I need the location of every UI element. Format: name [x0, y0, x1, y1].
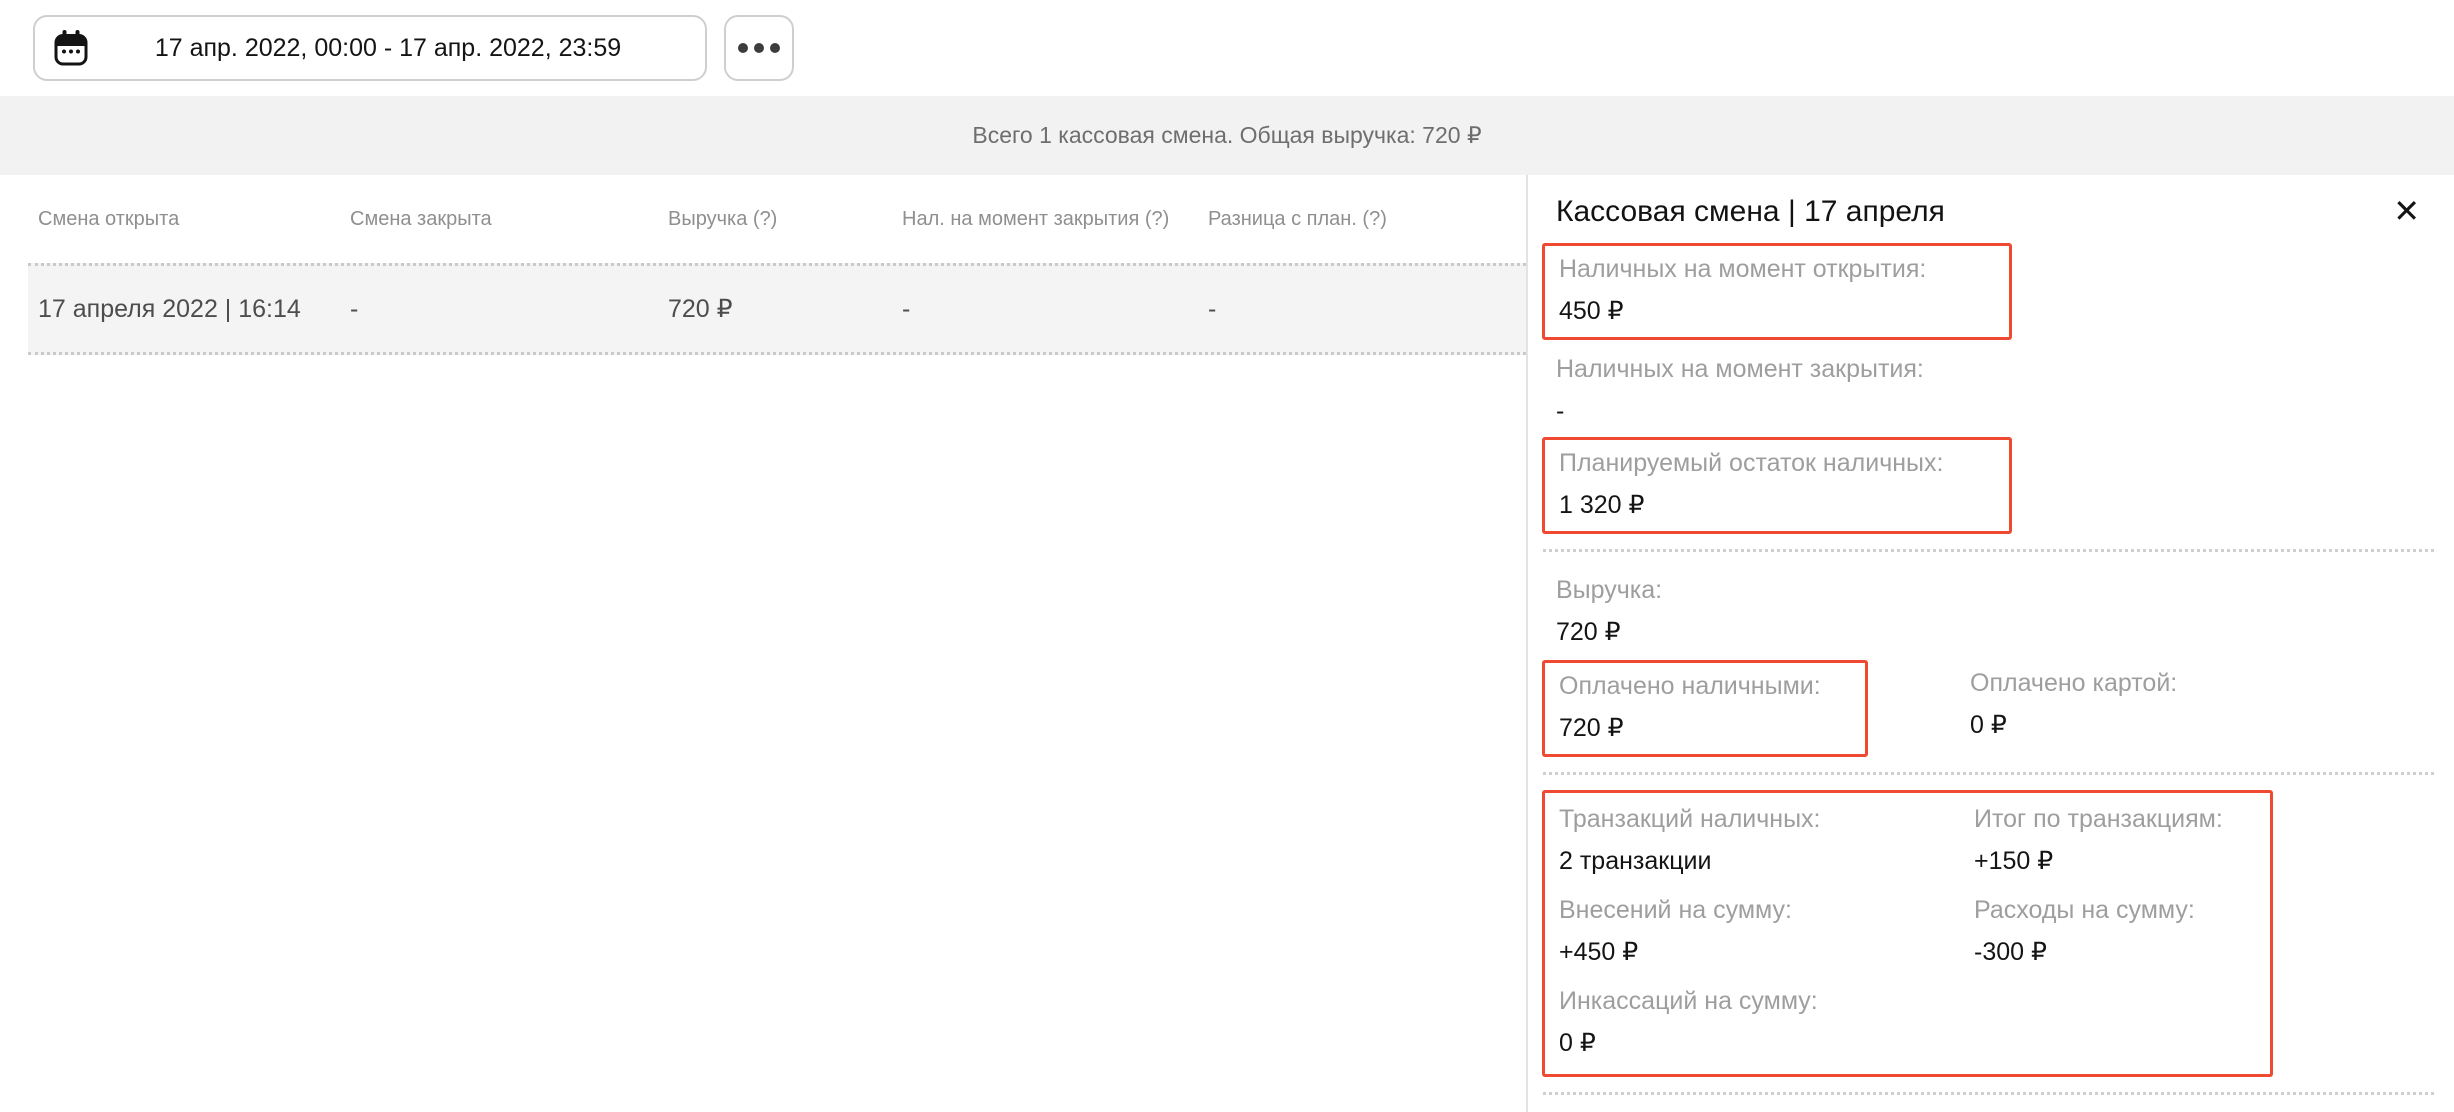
collections-field: Инкассаций на сумму: 0 ₽ — [1545, 978, 1960, 1069]
column-header-shift-opened: Смена открыта — [28, 208, 350, 231]
transactions-total-field: Итог по транзакциям: +150 ₽ — [1960, 796, 2270, 887]
expenses-label: Расходы на сумму: — [1974, 896, 2256, 926]
panel-title: Кассовая смена | 17 апреля — [1556, 195, 1945, 229]
paid-cash-value: 720 ₽ — [1559, 714, 1851, 744]
column-header-plan-diff: Разница с план. (?) — [1208, 208, 1526, 231]
panel-header: Кассовая смена | 17 апреля ✕ — [1542, 195, 2420, 229]
planned-cash-label: Планируемый остаток наличных: — [1559, 449, 1995, 479]
paid-cash-label: Оплачено наличными: — [1559, 672, 1851, 702]
summary-banner: Всего 1 кассовая смена. Общая выручка: 7… — [0, 96, 2454, 175]
cell-shift-opened: 17 апреля 2022 | 16:14 — [28, 295, 350, 324]
paid-card-label: Оплачено картой: — [1970, 669, 2177, 699]
date-range-picker[interactable]: 17 апр. 2022, 00:00 - 17 апр. 2022, 23:5… — [33, 15, 707, 81]
section-divider — [1543, 549, 2434, 552]
calendar-icon — [53, 29, 89, 67]
paid-card-value: 0 ₽ — [1970, 711, 2177, 741]
collections-label: Инкассаций на сумму: — [1559, 987, 1946, 1017]
opening-cash-field: Наличных на момент открытия: 450 ₽ — [1542, 243, 2012, 340]
payments-row: Оплачено наличными: 720 ₽ Оплачено карто… — [1542, 660, 2434, 757]
column-header-cash-at-close: Нал. на момент закрытия (?) — [902, 208, 1208, 231]
date-range-value: 17 апр. 2022, 00:00 - 17 апр. 2022, 23:5… — [89, 34, 687, 63]
ellipsis-icon — [738, 43, 748, 53]
summary-banner-text: Всего 1 кассовая смена. Общая выручка: 7… — [972, 122, 1481, 149]
cell-shift-closed: - — [350, 295, 668, 324]
revenue-field: Выручка: 720 ₽ — [1542, 567, 2434, 658]
expenses-value: -300 ₽ — [1974, 938, 2256, 968]
more-options-button[interactable] — [724, 15, 794, 81]
shift-detail-panel: Кассовая смена | 17 апреля ✕ Наличных на… — [1526, 175, 2454, 1112]
table-header-row: Смена открыта Смена закрыта Выручка (?) … — [28, 175, 1526, 263]
toolbar: 17 апр. 2022, 00:00 - 17 апр. 2022, 23:5… — [0, 0, 2454, 81]
shifts-table: Смена открыта Смена закрыта Выручка (?) … — [0, 175, 1526, 1112]
table-row[interactable]: 17 апреля 2022 | 16:14 - 720 ₽ - - — [28, 263, 1526, 355]
transactions-total-label: Итог по транзакциям: — [1974, 805, 2256, 835]
cash-transactions-field: Транзакций наличных: 2 транзакции — [1545, 796, 1960, 887]
cell-cash-at-close: - — [902, 295, 1208, 324]
transactions-total-value: +150 ₽ — [1974, 847, 2256, 877]
opening-cash-label: Наличных на момент открытия: — [1559, 255, 1995, 285]
cash-transactions-value: 2 транзакции — [1559, 847, 1946, 877]
opening-cash-value: 450 ₽ — [1559, 297, 1995, 327]
column-header-shift-closed: Смена закрыта — [350, 208, 668, 231]
revenue-value: 720 ₽ — [1556, 618, 2420, 648]
closing-cash-value: - — [1556, 397, 2420, 427]
section-divider — [1543, 772, 2434, 775]
planned-cash-value: 1 320 ₽ — [1559, 491, 1995, 521]
paid-cash-field: Оплачено наличными: 720 ₽ — [1542, 660, 1868, 757]
revenue-label: Выручка: — [1556, 576, 2420, 606]
planned-cash-field: Планируемый остаток наличных: 1 320 ₽ — [1542, 437, 2012, 534]
closing-cash-field: Наличных на момент закрытия: - — [1542, 346, 2434, 437]
section-divider — [1543, 1092, 2434, 1095]
closing-cash-label: Наличных на момент закрытия: — [1556, 355, 2420, 385]
content: Смена открыта Смена закрыта Выручка (?) … — [0, 175, 2454, 1112]
deposits-field: Внесений на сумму: +450 ₽ — [1545, 887, 1960, 978]
cash-transactions-label: Транзакций наличных: — [1559, 805, 1946, 835]
deposits-label: Внесений на сумму: — [1559, 896, 1946, 926]
transactions-summary-box: Транзакций наличных: 2 транзакции Итог п… — [1542, 790, 2273, 1077]
column-header-revenue: Выручка (?) — [668, 208, 902, 231]
deposits-value: +450 ₽ — [1559, 938, 1946, 968]
expenses-field: Расходы на сумму: -300 ₽ — [1960, 887, 2270, 978]
cell-revenue: 720 ₽ — [668, 294, 902, 324]
cell-plan-diff: - — [1208, 295, 1526, 324]
paid-card-field: Оплачено картой: 0 ₽ — [1956, 660, 2191, 751]
close-icon[interactable]: ✕ — [2393, 195, 2420, 227]
collections-value: 0 ₽ — [1559, 1029, 1946, 1059]
